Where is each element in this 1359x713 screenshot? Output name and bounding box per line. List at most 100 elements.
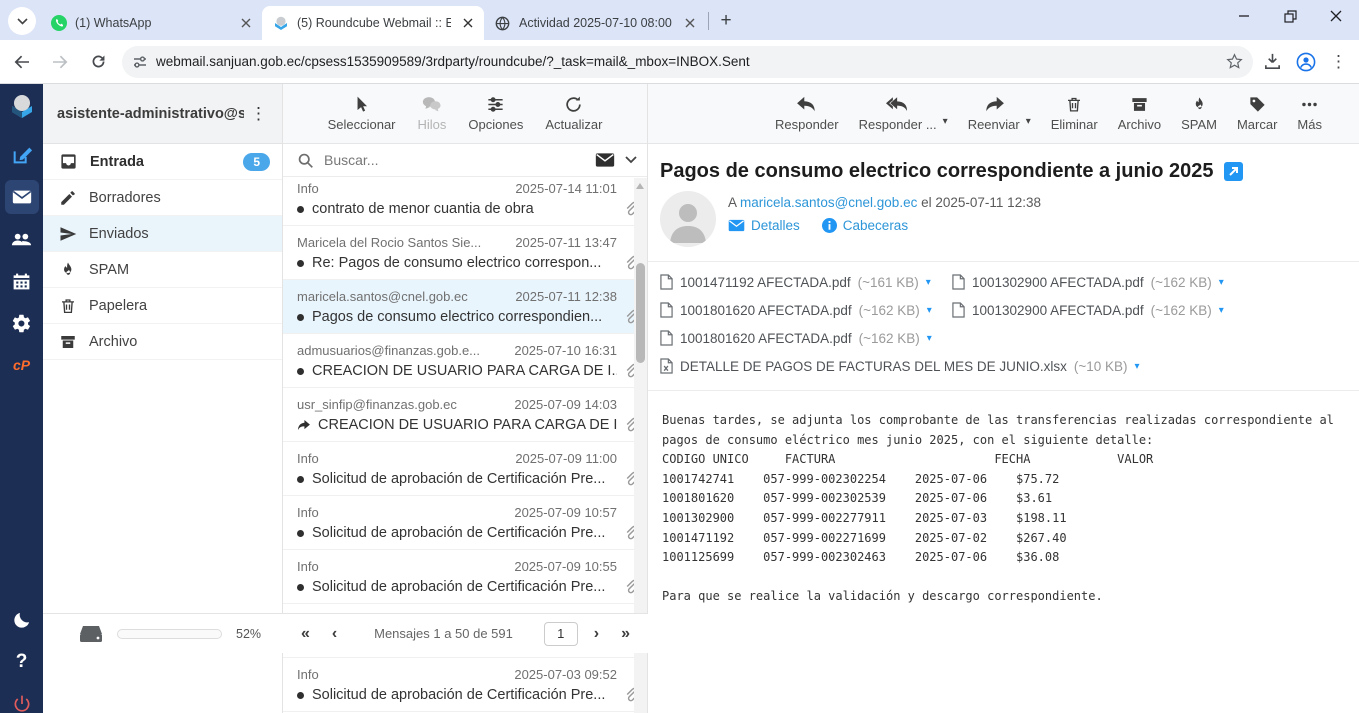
search-bar — [283, 144, 647, 177]
sidebar-item-entrada[interactable]: Entrada 5 — [43, 144, 282, 180]
profile-avatar-icon[interactable] — [1296, 52, 1316, 72]
recipient-email-link[interactable]: maricela.santos@cnel.gob.ec — [740, 195, 917, 210]
reply-all-menu-caret-icon[interactable]: ▾ — [943, 116, 948, 127]
calendar-nav-button[interactable] — [5, 264, 39, 298]
tab-search-chevron-icon[interactable] — [8, 7, 36, 35]
threads-button[interactable]: Hilos — [418, 95, 447, 132]
message-row[interactable]: Info2025-07-09 11:00 Solicitud de aproba… — [283, 442, 647, 496]
attachment-item[interactable]: 1001302900 AFECTADA.pdf (~162 KB) ▾ — [952, 268, 1244, 296]
attachment-menu-caret-icon[interactable]: ▾ — [1219, 277, 1224, 288]
forward-button[interactable]: Reenviar — [968, 96, 1020, 132]
logout-power-icon[interactable] — [5, 687, 39, 713]
reply-all-button[interactable]: Responder ... — [859, 96, 937, 132]
storage-quota-bar — [117, 629, 222, 639]
sidebar-item-borradores[interactable]: Borradores — [43, 180, 282, 216]
search-icon — [297, 152, 314, 169]
message-body: Buenas tardes, se adjunta los comprobant… — [648, 391, 1359, 627]
attachment-item[interactable]: 1001302900 AFECTADA.pdf (~162 KB) ▾ — [952, 296, 1244, 324]
compose-button[interactable] — [5, 138, 39, 172]
browser-tabstrip: (1) WhatsApp (5) Roundcube Webmail :: En… — [0, 0, 1359, 40]
message-row-selected[interactable]: maricela.santos@cnel.gob.ec2025-07-11 12… — [283, 280, 647, 334]
tab-close-icon[interactable] — [681, 15, 698, 32]
downloads-icon[interactable] — [1263, 52, 1282, 71]
search-options-chevron-icon[interactable] — [625, 156, 637, 164]
bookmark-star-icon[interactable] — [1226, 53, 1243, 70]
settings-nav-button[interactable] — [5, 306, 39, 340]
recipient-line: A maricela.santos@cnel.gob.ec el 2025-07… — [728, 195, 1041, 210]
roundcube-icon — [272, 15, 289, 32]
sidebar-item-spam[interactable]: SPAM — [43, 252, 282, 288]
message-row[interactable]: usr_sinfip@finanzas.gob.ec2025-07-09 14:… — [283, 388, 647, 442]
help-icon[interactable]: ? — [5, 645, 39, 679]
window-restore-button[interactable] — [1267, 0, 1313, 32]
first-page-button[interactable]: « — [295, 625, 316, 643]
search-input[interactable] — [324, 152, 585, 168]
forward-menu-caret-icon[interactable]: ▾ — [1026, 116, 1031, 127]
headers-toggle[interactable]: Cabeceras — [822, 218, 908, 233]
tab-close-icon[interactable] — [459, 15, 476, 32]
message-row[interactable]: Info2025-07-14 11:01 contrato de menor c… — [283, 178, 647, 226]
attachment-item[interactable]: DETALLE DE PAGOS DE FACTURAS DEL MES DE … — [660, 352, 1140, 380]
delete-button[interactable]: Eliminar — [1051, 95, 1098, 132]
spam-button[interactable]: SPAM — [1181, 95, 1217, 132]
message-row[interactable]: Maricela del Rocio Santos Sie...2025-07-… — [283, 226, 647, 280]
open-in-new-window-icon[interactable] — [1224, 162, 1243, 181]
storage-disk-icon — [79, 625, 103, 643]
site-settings-icon[interactable] — [132, 54, 148, 70]
new-tab-button[interactable]: + — [713, 8, 739, 34]
sidebar-item-enviados[interactable]: Enviados — [43, 216, 282, 252]
account-menu-kebab-icon[interactable]: ⋮ — [244, 104, 274, 124]
forward-icon[interactable] — [44, 46, 76, 78]
select-button[interactable]: Seleccionar — [328, 95, 396, 132]
more-button[interactable]: Más — [1297, 95, 1322, 132]
search-scope-mail-icon[interactable] — [595, 152, 615, 168]
details-toggle[interactable]: Detalles — [728, 218, 800, 233]
attachment-menu-caret-icon[interactable]: ▾ — [1219, 305, 1224, 316]
cpanel-icon[interactable]: cP — [5, 348, 39, 382]
contacts-nav-button[interactable] — [5, 222, 39, 256]
address-bar[interactable]: webmail.sanjuan.gob.ec/cpsess1535909589/… — [122, 46, 1253, 78]
pdf-file-icon — [660, 330, 673, 346]
attachment-menu-caret-icon[interactable]: ▾ — [926, 277, 931, 288]
archive-button[interactable]: Archivo — [1118, 95, 1161, 132]
attachment-item[interactable]: 1001471192 AFECTADA.pdf (~161 KB) ▾ — [660, 268, 952, 296]
message-row[interactable]: Info2025-07-09 10:55 Solicitud de aproba… — [283, 550, 647, 604]
sidebar-item-archivo[interactable]: Archivo — [43, 324, 282, 360]
sidebar-item-papelera[interactable]: Papelera — [43, 288, 282, 324]
scrollbar-thumb[interactable] — [636, 263, 645, 363]
browser-tab-whatsapp[interactable]: (1) WhatsApp — [40, 6, 262, 40]
reload-icon[interactable] — [82, 46, 114, 78]
page-number-input[interactable] — [544, 622, 578, 646]
message-row[interactable]: Info2025-07-09 10:57 Solicitud de aproba… — [283, 496, 647, 550]
attachments-list: 1001471192 AFECTADA.pdf (~161 KB) ▾ 1001… — [648, 261, 1359, 391]
reply-button[interactable]: Responder — [775, 96, 839, 132]
url-text[interactable]: webmail.sanjuan.gob.ec/cpsess1535909589/… — [156, 54, 1226, 69]
message-date: 2025-07-11 12:38 — [935, 195, 1041, 210]
message-row[interactable]: Info2025-07-03 09:52 Solicitud de aproba… — [283, 658, 647, 712]
browser-menu-kebab-icon[interactable]: ⋮ — [1330, 52, 1347, 72]
tab-divider — [708, 12, 709, 30]
attachment-menu-caret-icon[interactable]: ▾ — [927, 333, 932, 344]
message-row[interactable]: admusuarios@finanzas.gob.e...2025-07-10 … — [283, 334, 647, 388]
attachment-menu-caret-icon[interactable]: ▾ — [927, 305, 932, 316]
mark-tag-button[interactable]: Marcar — [1237, 95, 1277, 132]
back-icon[interactable] — [6, 46, 38, 78]
browser-tab-actividad[interactable]: Actividad 2025-07-10 08:00:00 — [484, 6, 706, 40]
storage-quota-footer: 52% — [43, 613, 283, 653]
window-minimize-button[interactable] — [1221, 0, 1267, 32]
scroll-up-icon[interactable] — [636, 183, 644, 189]
attachment-item[interactable]: 1001801620 AFECTADA.pdf (~162 KB) ▾ — [660, 296, 952, 324]
options-button[interactable]: Opciones — [468, 95, 523, 132]
refresh-button[interactable]: Actualizar — [545, 95, 602, 132]
window-close-button[interactable] — [1313, 0, 1359, 32]
tab-close-icon[interactable] — [237, 15, 254, 32]
attachment-item[interactable]: 1001801620 AFECTADA.pdf (~162 KB) ▾ — [660, 324, 952, 352]
browser-tab-roundcube[interactable]: (5) Roundcube Webmail :: Envia — [262, 6, 484, 40]
mail-nav-button[interactable] — [5, 180, 39, 214]
account-email: asistente-administrativo@sa... — [57, 106, 244, 122]
last-page-button[interactable]: » — [615, 625, 636, 643]
next-page-button[interactable]: › — [588, 625, 605, 643]
attachment-menu-caret-icon[interactable]: ▾ — [1134, 361, 1139, 372]
prev-page-button[interactable]: ‹ — [326, 625, 343, 643]
dark-mode-moon-icon[interactable] — [5, 603, 39, 637]
